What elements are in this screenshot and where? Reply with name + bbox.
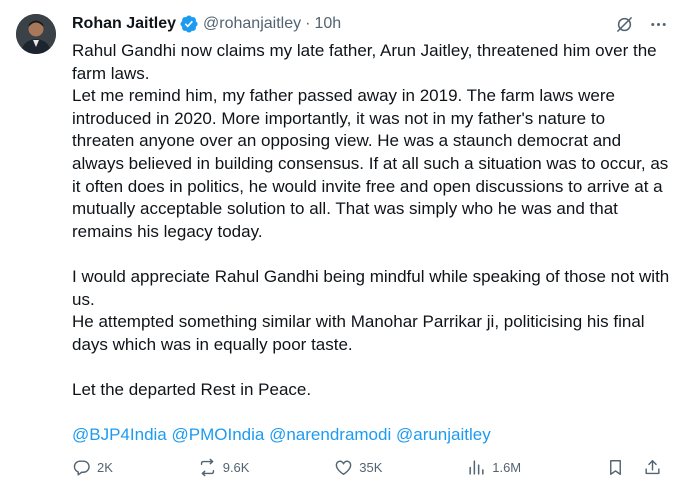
reply-icon bbox=[73, 459, 90, 475]
author-name[interactable]: Rohan Jaitley bbox=[72, 15, 176, 33]
verified-badge-icon bbox=[179, 14, 199, 34]
repost-button[interactable]: 9.6K bbox=[198, 458, 250, 477]
repost-icon bbox=[200, 458, 214, 476]
grok-icon[interactable] bbox=[614, 14, 634, 34]
end-actions bbox=[606, 458, 662, 477]
mention-link[interactable]: @narendramodi bbox=[269, 425, 391, 444]
mention-link[interactable]: @BJP4India bbox=[72, 425, 167, 444]
mention-link[interactable]: @arunjaitley bbox=[396, 425, 491, 444]
author-handle[interactable]: @rohanjaitley bbox=[203, 15, 301, 33]
action-bar: 2K 9.6K 35K 1.6M bbox=[72, 456, 662, 478]
separator-dot: · bbox=[305, 15, 311, 32]
tweet-paragraph: Let me remind him, my father passed away… bbox=[72, 86, 669, 241]
views-button[interactable]: 1.6M bbox=[467, 458, 521, 477]
like-button[interactable]: 35K bbox=[334, 458, 382, 477]
like-icon bbox=[335, 460, 352, 475]
timestamp[interactable]: 10h bbox=[314, 15, 341, 33]
bookmark-button[interactable] bbox=[606, 458, 625, 477]
reply-button[interactable]: 2K bbox=[72, 458, 113, 477]
views-count: 1.6M bbox=[492, 459, 522, 475]
tweet-text: Rahul Gandhi now claims my late father, … bbox=[72, 40, 672, 447]
tweet-paragraph: I would appreciate Rahul Gandhi being mi… bbox=[72, 266, 670, 309]
tweet-paragraph: Let the departed Rest in Peace. bbox=[72, 379, 312, 399]
share-icon bbox=[645, 459, 660, 474]
repost-count: 9.6K bbox=[222, 459, 250, 475]
mention-link[interactable]: @PMOIndia bbox=[172, 425, 265, 444]
avatar[interactable] bbox=[16, 14, 56, 54]
tweet-header: Rohan Jaitley @rohanjaitley · 10h bbox=[72, 13, 668, 35]
mentions-line: @BJP4India @PMOIndia @narendramodi @arun… bbox=[72, 424, 672, 447]
tweet: Rohan Jaitley @rohanjaitley · 10h Rahul … bbox=[0, 0, 684, 493]
share-button[interactable] bbox=[643, 458, 662, 477]
bookmark-icon bbox=[609, 459, 621, 475]
reply-count: 2K bbox=[97, 459, 113, 475]
more-options-icon[interactable] bbox=[648, 14, 668, 34]
tweet-paragraph: He attempted something similar with Mano… bbox=[72, 312, 645, 354]
tweet-paragraph: Rahul Gandhi now claims my late father, … bbox=[72, 41, 657, 83]
views-icon bbox=[469, 459, 484, 475]
like-count: 35K bbox=[359, 459, 383, 475]
